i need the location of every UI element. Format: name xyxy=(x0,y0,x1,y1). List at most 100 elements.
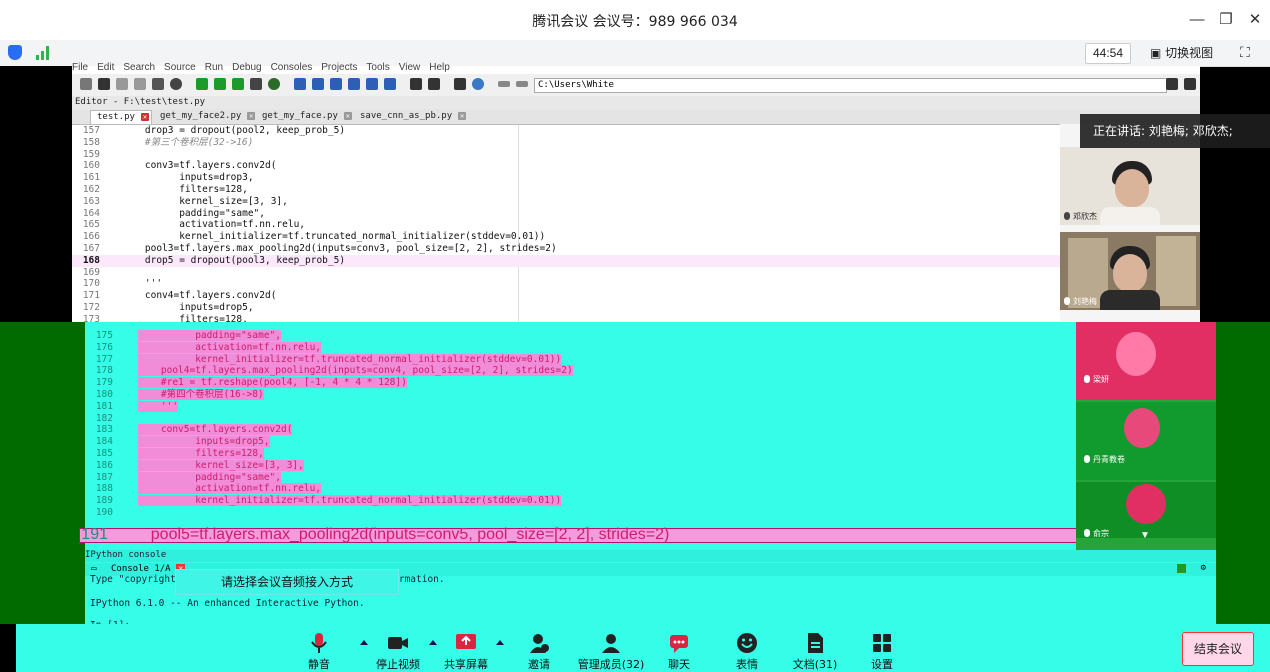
new-file-icon[interactable] xyxy=(80,78,92,90)
back-arrow-icon[interactable] xyxy=(498,81,510,87)
fullscreen-icon[interactable]: ⛶ xyxy=(1240,44,1250,61)
participant-video[interactable]: 丹青教卷 xyxy=(1076,402,1216,480)
tab-get-my-face2[interactable]: get_my_face2.py ✕ xyxy=(154,110,257,123)
code-line: 164 padding="same", xyxy=(72,208,1060,220)
run-cell-icon[interactable] xyxy=(214,78,226,90)
meeting-toolbar: 静音 停止视频 共享屏幕 邀请 管理成员(32) 聊天 表情 文档(31) 设置… xyxy=(16,624,1270,672)
menu-source[interactable]: Source xyxy=(164,62,196,73)
run-selection-icon[interactable] xyxy=(250,78,262,90)
code-line: 180 #第四个卷积层(16->8) xyxy=(85,389,264,401)
menu-view[interactable]: View xyxy=(399,62,421,73)
security-shield-icon[interactable] xyxy=(8,45,22,60)
line-text: #re1 = tf.reshape(pool4, [-1, 4 * 4 * 12… xyxy=(138,377,407,389)
participant-video-list: 邓欣杰 刘艳梅 xyxy=(1060,124,1200,322)
current-line-row: 191 pool5=tf.layers.max_pooling2d(inputs… xyxy=(79,527,1111,543)
participant-video[interactable]: 刘艳梅 xyxy=(1060,232,1200,310)
line-number: 163 xyxy=(82,195,100,207)
stop-debug-icon[interactable] xyxy=(384,78,396,90)
python-path-icon[interactable] xyxy=(472,78,484,90)
stop-console-icon[interactable] xyxy=(1177,564,1186,573)
code-line: 182 xyxy=(85,413,138,425)
forward-arrow-icon[interactable] xyxy=(516,81,528,87)
save-icon[interactable] xyxy=(116,78,128,90)
step-into-icon[interactable] xyxy=(330,78,342,90)
line-number: 190 xyxy=(95,507,113,518)
documents-button[interactable]: 文档(31) xyxy=(780,626,850,672)
signal-strength-icon[interactable] xyxy=(36,46,52,60)
step-icon[interactable] xyxy=(312,78,324,90)
chat-button[interactable]: 聊天 xyxy=(644,626,714,672)
wrench-icon[interactable] xyxy=(454,78,466,90)
participant-video[interactable]: 梁妍 xyxy=(1076,322,1216,400)
end-meeting-button[interactable]: 结束会议 xyxy=(1182,632,1254,666)
code-editor-lower[interactable]: 175 padding="same", 176 activation=tf.nn.… xyxy=(85,322,1085,542)
fullscreen-pane-icon[interactable] xyxy=(428,78,440,90)
menu-projects[interactable]: Projects xyxy=(321,62,357,73)
debug-icon[interactable] xyxy=(294,78,306,90)
open-file-icon[interactable] xyxy=(98,78,110,90)
manage-members-button[interactable]: 管理成员(32) xyxy=(576,626,646,672)
tab-test-py[interactable]: test.py ✕ xyxy=(90,110,152,124)
continue-icon[interactable] xyxy=(366,78,378,90)
switch-view-button[interactable]: ▣ 切换视图 xyxy=(1150,44,1213,61)
code-line: 181 ''' xyxy=(85,400,179,413)
close-tab-icon[interactable]: ✕ xyxy=(458,112,467,120)
code-line: 189 kernel_initializer=tf.truncated_norm… xyxy=(85,495,562,507)
code-line: 185 filters=128, xyxy=(85,448,264,460)
step-return-icon[interactable] xyxy=(348,78,360,90)
shared-screen-lower: 175 padding="same", 176 activation=tf.nn.… xyxy=(79,322,1216,631)
menu-run[interactable]: Run xyxy=(205,62,223,73)
line-text: pool3=tf.layers.max_pooling2d(inputs=con… xyxy=(122,243,557,254)
line-number: 159 xyxy=(82,148,100,160)
menu-file[interactable]: File xyxy=(72,62,88,73)
minimize-icon[interactable]: — xyxy=(1185,8,1209,32)
stop-video-button[interactable]: 停止视频 xyxy=(363,626,433,672)
menu-help[interactable]: Help xyxy=(429,62,450,73)
tab-label: get_my_face2.py xyxy=(160,111,242,121)
expand-list-icon[interactable]: ▼ xyxy=(1140,530,1150,541)
run-icon[interactable] xyxy=(196,78,208,90)
participant-video[interactable]: 邓欣杰 xyxy=(1060,147,1200,225)
menu-tools[interactable]: Tools xyxy=(366,62,389,73)
run-cell-advance-icon[interactable] xyxy=(232,78,244,90)
menu-consoles[interactable]: Consoles xyxy=(271,62,313,73)
menu-debug[interactable]: Debug xyxy=(232,62,261,73)
mute-button[interactable]: 静音 xyxy=(284,626,354,672)
menu-search[interactable]: Search xyxy=(123,62,155,73)
at-icon[interactable] xyxy=(170,78,182,90)
emoji-button[interactable]: 表情 xyxy=(712,626,782,672)
gear-icon[interactable]: ⚙ xyxy=(1201,563,1206,573)
close-tab-icon[interactable]: ✕ xyxy=(343,112,352,120)
active-speaker-banner: 正在讲话: 刘艳梅; 邓欣杰; xyxy=(1080,114,1270,148)
rerun-icon[interactable] xyxy=(268,78,280,90)
console-line: IPython 6.1.0 -- An enhanced Interactive… xyxy=(90,598,365,609)
restore-icon[interactable]: ❐ xyxy=(1214,8,1238,32)
tab-get-my-face[interactable]: get_my_face.py ✕ xyxy=(256,110,354,123)
code-line: 170 ''' xyxy=(72,278,1060,290)
close-icon[interactable]: ✕ xyxy=(1243,8,1267,32)
save-all-icon[interactable] xyxy=(134,78,146,90)
editor-tabs: test.py ✕ get_my_face2.py ✕ get_my_face.py… xyxy=(72,109,1200,125)
participant-name: 邓欣杰 xyxy=(1073,212,1097,221)
audio-tip[interactable]: 请选择会议音频接入方式 xyxy=(175,569,399,595)
close-tab-icon[interactable]: ✕ xyxy=(140,113,149,121)
code-line: 169 xyxy=(72,267,1060,279)
maximize-pane-icon[interactable] xyxy=(410,78,422,90)
emoji-icon xyxy=(736,632,758,654)
line-text: kernel_initializer=tf.truncated_normal_i… xyxy=(138,495,562,507)
invite-button[interactable]: 邀请 xyxy=(504,626,574,672)
working-directory-input[interactable]: C:\Users\White xyxy=(534,78,1167,93)
code-line: 158 #第三个卷积层(32->16) xyxy=(72,137,1060,149)
share-screen-button[interactable]: 共享屏幕 xyxy=(431,626,501,672)
parent-folder-icon[interactable] xyxy=(1184,78,1196,90)
settings-button[interactable]: 设置 xyxy=(847,626,917,672)
code-editor[interactable]: 157 drop3 = dropout(pool2, keep_prob_5) 1… xyxy=(72,125,1060,337)
list-icon[interactable] xyxy=(152,78,164,90)
folder-icon[interactable]: ▭ xyxy=(91,564,96,574)
browse-folder-icon[interactable] xyxy=(1166,78,1178,90)
chevron-up-icon[interactable] xyxy=(496,640,504,645)
menu-edit[interactable]: Edit xyxy=(97,62,114,73)
close-tab-icon[interactable]: ✕ xyxy=(247,112,256,120)
code-line: 184 inputs=drop5, xyxy=(85,436,270,448)
tab-save-cnn-as-pb[interactable]: save_cnn_as_pb.py ✕ xyxy=(354,110,468,123)
